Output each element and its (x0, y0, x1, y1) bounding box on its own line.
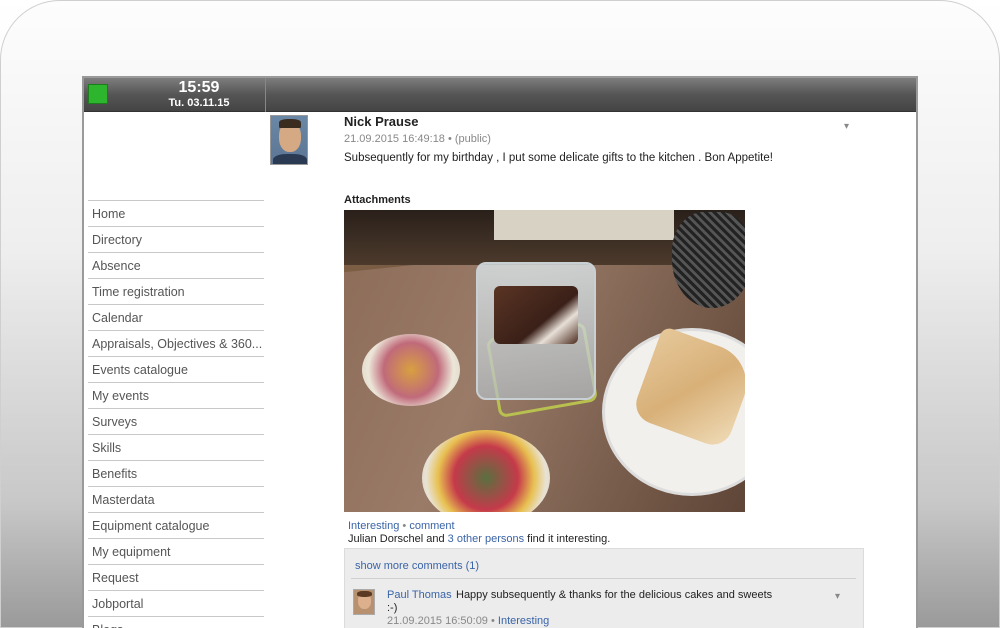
comment-avatar-hair (357, 591, 372, 597)
sidebar-item-my-equipment[interactable]: My equipment (88, 538, 264, 564)
comment-meta-separator: • (487, 615, 498, 627)
post-author[interactable]: Nick Prause (344, 114, 864, 129)
sidebar-item-blogs[interactable]: Blogs (88, 616, 264, 628)
sidebar-item-absence[interactable]: Absence (88, 252, 264, 278)
post: Nick Prause 21.09.2015 16:49:18 • (publi… (344, 114, 864, 164)
interesting-link[interactable]: Interesting (348, 520, 399, 532)
attachment-photo[interactable] (344, 210, 745, 512)
app-screen: 15:59 Tu. 03.11.15 Home Directory Absenc… (82, 76, 918, 628)
comment-menu-chevron-down-icon[interactable]: ▾ (835, 591, 840, 602)
sidebar-item-skills[interactable]: Skills (88, 434, 264, 460)
comment-timestamp: 21.09.2015 16:50:09 (387, 615, 488, 627)
comment-interesting-link[interactable]: Interesting (498, 615, 549, 627)
sidebar-item-equipment-catalogue[interactable]: Equipment catalogue (88, 512, 264, 538)
reaction-summary: Julian Dorschel and 3 other persons find… (348, 533, 610, 545)
reaction-prefix: Julian Dorschel and (348, 533, 448, 545)
topbar-divider (265, 78, 266, 112)
photo-bowl-sweets (362, 334, 460, 406)
sidebar-item-directory[interactable]: Directory (88, 226, 264, 252)
sidebar-item-time-registration[interactable]: Time registration (88, 278, 264, 304)
clock: 15:59 Tu. 03.11.15 (134, 79, 264, 110)
comment-meta: 21.09.2015 16:50:09 • Interesting (387, 615, 549, 627)
sidebar-item-jobportal[interactable]: Jobportal (88, 590, 264, 616)
author-avatar[interactable] (270, 115, 308, 165)
top-bar: 15:59 Tu. 03.11.15 (84, 78, 916, 112)
avatar-hair (279, 119, 301, 128)
photo-window (494, 210, 674, 240)
reaction-suffix: find it interesting. (524, 533, 611, 545)
sidebar-nav: Home Directory Absence Time registration… (88, 200, 264, 628)
show-more-comments-link[interactable]: show more comments (1) (355, 560, 479, 572)
comment-avatar[interactable] (353, 589, 375, 615)
comments-divider (351, 578, 856, 579)
post-text: Subsequently for my birthday , I put som… (344, 152, 773, 164)
sidebar-item-calendar[interactable]: Calendar (88, 304, 264, 330)
clock-time: 15:59 (178, 79, 220, 96)
sidebar-item-request[interactable]: Request (88, 564, 264, 590)
photo-basket (672, 212, 745, 308)
attachments-label: Attachments (344, 194, 411, 206)
reaction-actions: Interesting • comment (348, 520, 455, 532)
comment-text: Happy subsequently & thanks for the deli… (456, 589, 773, 601)
comments-section: show more comments (1) Paul Thomas Happy… (344, 548, 864, 628)
sidebar-item-home[interactable]: Home (88, 200, 264, 226)
others-link[interactable]: 3 other persons (448, 533, 524, 545)
sidebar-item-events-catalogue[interactable]: Events catalogue (88, 356, 264, 382)
sidebar-item-benefits[interactable]: Benefits (88, 460, 264, 486)
clock-date: Tu. 03.11.15 (168, 97, 230, 109)
sidebar-item-surveys[interactable]: Surveys (88, 408, 264, 434)
avatar-shirt (273, 154, 307, 164)
post-menu-chevron-down-icon[interactable]: ▾ (844, 121, 849, 132)
sidebar-item-my-events[interactable]: My events (88, 382, 264, 408)
comment-author[interactable]: Paul Thomas (387, 589, 452, 601)
comment-link[interactable]: comment (409, 520, 454, 532)
sidebar-item-masterdata[interactable]: Masterdata (88, 486, 264, 512)
post-meta: 21.09.2015 16:49:18 • (public) (344, 133, 491, 145)
photo-cake (494, 286, 578, 344)
reaction-separator: • (399, 520, 410, 532)
status-indicator[interactable] (88, 84, 108, 104)
sidebar-item-appraisals[interactable]: Appraisals, Objectives & 360... (88, 330, 264, 356)
comment-text-continued: :-) (387, 602, 398, 614)
